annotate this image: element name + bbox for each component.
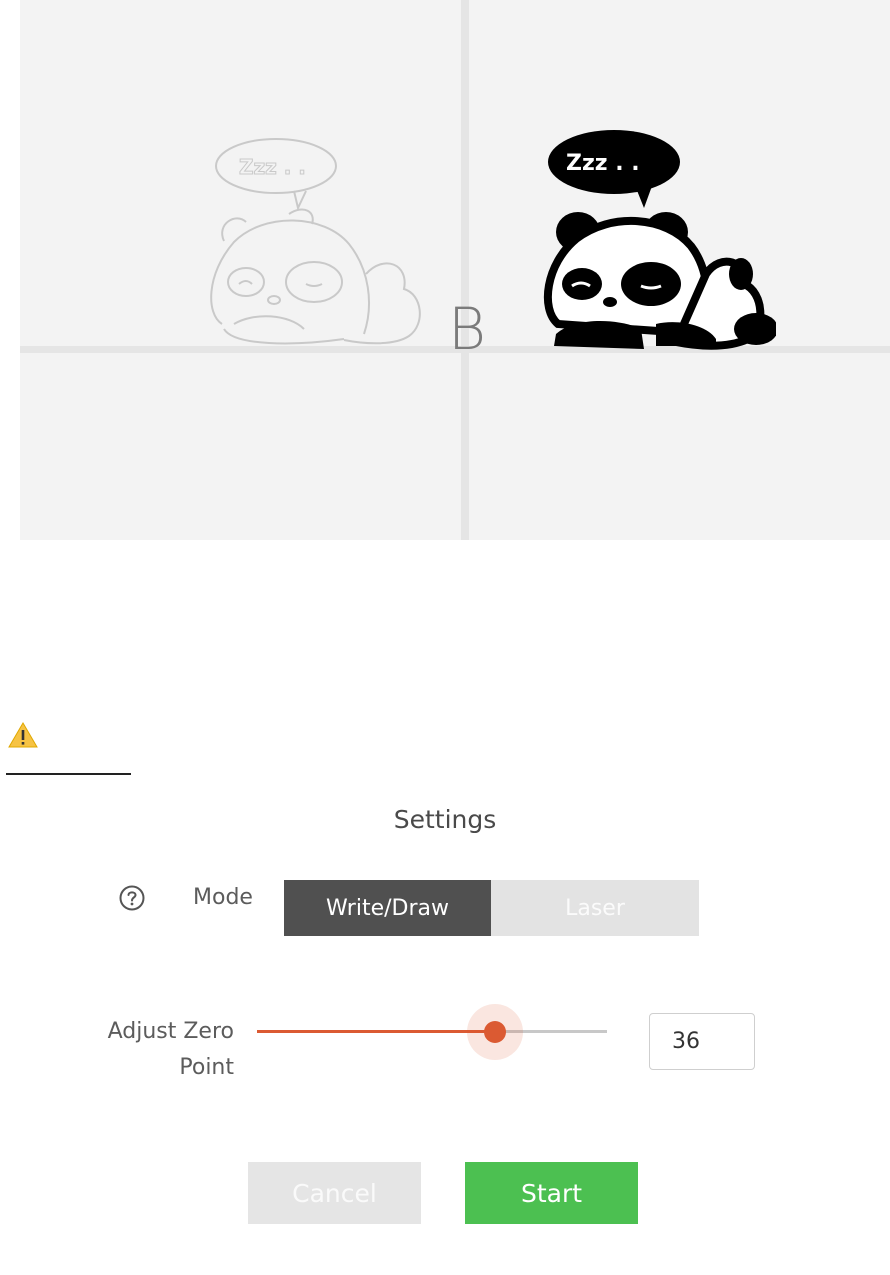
mode-laser-button[interactable]: Laser — [491, 880, 699, 936]
cancel-button[interactable]: Cancel — [248, 1162, 421, 1224]
zero-point-value-input[interactable] — [649, 1013, 755, 1070]
slider-thumb[interactable] — [484, 1021, 506, 1043]
divider-line — [6, 773, 131, 775]
start-button[interactable]: Start — [465, 1162, 638, 1224]
slider-fill — [257, 1030, 495, 1033]
point-label: B — [448, 295, 486, 363]
vertical-guide-line — [461, 0, 469, 540]
outline-bubble-text: Zzz . . — [239, 155, 306, 179]
outline-panda-preview: Zzz . . — [210, 138, 421, 345]
mode-label: Mode — [193, 885, 253, 910]
help-circle-icon[interactable] — [118, 884, 146, 912]
settings-title: Settings — [393, 805, 497, 834]
filled-bubble-text: Zzz . . — [566, 151, 640, 176]
preview-canvas: Zzz . . B Zzz . . — [20, 0, 890, 540]
adjust-zero-point-label: Adjust Zero Point — [60, 1014, 234, 1086]
mode-write-draw-button[interactable]: Write/Draw — [284, 880, 491, 936]
adjust-zero-point-label-line2: Point — [179, 1055, 234, 1080]
filled-panda-preview: Zzz . . — [543, 130, 776, 350]
zero-point-slider[interactable] — [252, 1004, 612, 1060]
warning-icon — [8, 722, 38, 748]
adjust-zero-point-label-line1: Adjust Zero — [107, 1019, 234, 1044]
